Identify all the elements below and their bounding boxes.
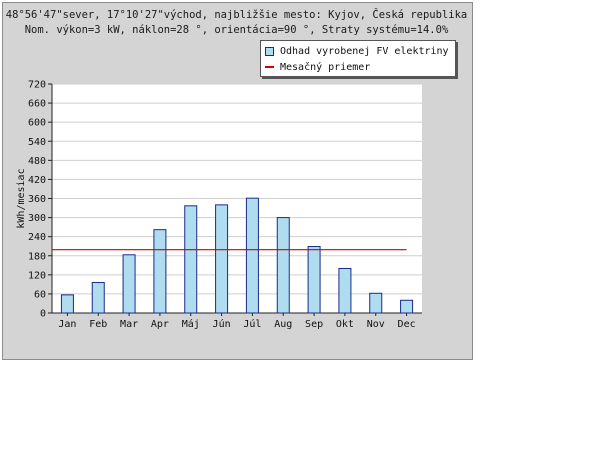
legend-item-average: Mesačný priemer — [265, 60, 370, 74]
x-tick-label: Mar — [120, 319, 138, 330]
bar-júl — [245, 197, 259, 314]
legend-bar-swatch — [265, 46, 274, 56]
bar-jan — [60, 294, 74, 314]
y-tick-label: 120 — [28, 270, 46, 281]
bar-sep — [307, 246, 321, 314]
y-tick-label: 720 — [28, 80, 46, 91]
bar-apr — [153, 229, 167, 314]
legend-line-swatch — [265, 66, 274, 68]
bar-dec — [400, 299, 414, 314]
chart-legend: Odhad vyrobenej FV elektriny Mesačný pri… — [260, 40, 456, 77]
x-tick-label: Sep — [305, 319, 323, 330]
bar-nov — [369, 292, 383, 314]
bar-okt — [338, 267, 352, 314]
y-tick-label: 0 — [40, 309, 46, 320]
x-tick-label: Feb — [89, 319, 107, 330]
y-tick-label: 600 — [28, 118, 46, 129]
x-tick-label: Aug — [274, 319, 292, 330]
y-tick-label: 240 — [28, 232, 46, 243]
legend-average-label: Mesačný priemer — [280, 61, 371, 73]
bar-aug — [276, 217, 290, 314]
bar-mar — [122, 254, 136, 314]
y-tick-label: 180 — [28, 251, 46, 262]
y-tick-label: 60 — [34, 289, 46, 300]
bar-feb — [91, 281, 105, 314]
legend-item-bars: Odhad vyrobenej FV elektriny — [265, 44, 449, 58]
y-tick-label: 360 — [28, 194, 46, 205]
x-tick-label: Okt — [336, 319, 354, 330]
bar-jún — [215, 204, 229, 314]
x-tick-label: Dec — [398, 319, 416, 330]
x-tick-label: Jún — [213, 318, 231, 330]
legend-bars-label: Odhad vyrobenej FV elektriny — [280, 45, 449, 57]
y-tick-label: 480 — [28, 156, 46, 167]
y-tick-label: 540 — [28, 137, 46, 148]
y-tick-label: 420 — [28, 175, 46, 186]
x-tick-label: Apr — [151, 319, 169, 330]
y-tick-label: 300 — [28, 213, 46, 224]
x-tick-label: Máj — [182, 318, 200, 330]
y-tick-label: 660 — [28, 99, 46, 110]
bar-máj — [184, 205, 198, 314]
x-tick-label: Nov — [367, 319, 385, 330]
x-tick-label: Jan — [58, 319, 76, 330]
y-axis-label: kWh/mesiac — [16, 168, 27, 228]
x-tick-label: Júl — [243, 318, 261, 330]
